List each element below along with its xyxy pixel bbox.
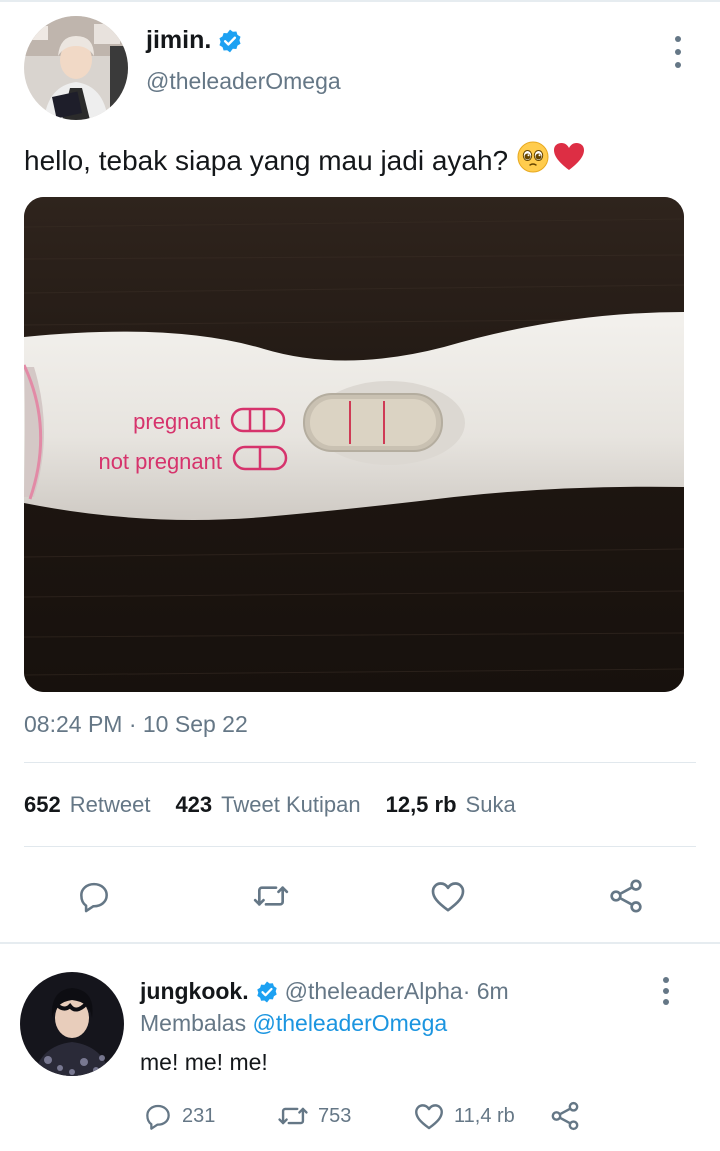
author-handle[interactable]: @theleaderOmega	[146, 68, 341, 95]
pleading-face-emoji	[516, 140, 550, 181]
author-name[interactable]: jimin.	[146, 26, 211, 55]
retweet-icon[interactable]	[249, 874, 293, 918]
reply-text: me! me! me!	[140, 1049, 268, 1075]
replying-to: Membalas @theleaderOmega	[140, 1010, 447, 1037]
reply-like-button[interactable]: 11,4 rb	[412, 1098, 515, 1134]
reply-reply-count: 231	[182, 1104, 216, 1127]
retweet-label[interactable]: Retweet	[70, 792, 151, 818]
replying-prefix: Membalas	[140, 1010, 247, 1036]
author-avatar[interactable]	[24, 16, 128, 120]
share-icon	[551, 1101, 579, 1131]
retweet-icon	[278, 1107, 308, 1125]
replying-mention-link[interactable]: @theleaderOmega	[253, 1010, 448, 1036]
like-label[interactable]: Suka	[466, 792, 516, 818]
verified-badge-icon	[255, 980, 279, 1004]
retweet-count[interactable]: 652	[24, 792, 61, 818]
tweet-photo[interactable]: pregnant not pregnant	[24, 197, 684, 692]
like-count[interactable]: 12,5 rb	[386, 792, 457, 818]
quote-label[interactable]: Tweet Kutipan	[221, 792, 360, 818]
top-divider	[0, 0, 720, 2]
more-options-icon[interactable]	[664, 36, 692, 68]
reply-more-options-icon[interactable]	[652, 977, 680, 1005]
quote-count[interactable]: 423	[175, 792, 212, 818]
divider	[24, 846, 696, 847]
reply-like-count: 11,4 rb	[454, 1104, 515, 1127]
divider	[24, 762, 696, 763]
like-icon	[415, 1104, 443, 1130]
reply-time: · 6m	[462, 978, 509, 1004]
verified-badge-icon	[217, 28, 243, 54]
tweet-stats: 652 Retweet 423 Tweet Kutipan 12,5 rb Su…	[24, 792, 541, 818]
reply-author-avatar[interactable]	[20, 972, 124, 1076]
reply-retweet-button[interactable]: 753	[276, 1098, 351, 1134]
pregnant-label: pregnant	[133, 409, 220, 434]
reply-retweet-count: 753	[318, 1104, 352, 1127]
section-divider	[0, 942, 720, 944]
red-heart-emoji	[552, 140, 586, 181]
tweet-text: hello, tebak siapa yang mau jadi ayah?	[24, 144, 509, 176]
share-icon[interactable]	[604, 874, 648, 918]
reply-reply-button[interactable]: 231	[142, 1098, 215, 1134]
reply-icon[interactable]	[72, 874, 116, 918]
like-icon[interactable]	[426, 874, 470, 918]
tweet-timestamp[interactable]: 08:24 PM · 10 Sep 22	[24, 711, 248, 738]
reply-icon	[146, 1104, 170, 1130]
reply-author-handle[interactable]: @theleaderAlpha	[285, 978, 463, 1005]
reply-author-name[interactable]: jungkook.	[140, 978, 249, 1005]
not-pregnant-label: not pregnant	[98, 449, 222, 474]
reply-share-button[interactable]	[548, 1098, 582, 1134]
